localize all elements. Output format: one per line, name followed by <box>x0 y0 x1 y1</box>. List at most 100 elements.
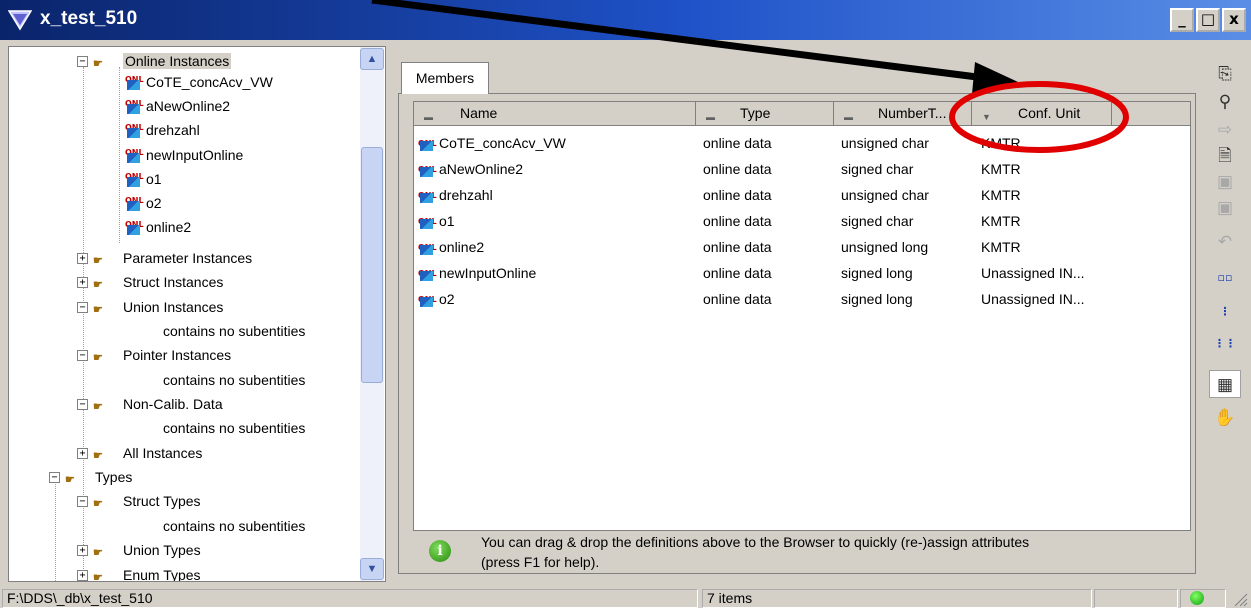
tab-members[interactable]: Members <box>401 62 489 94</box>
tree-node-empty: contains no subentities <box>163 321 305 343</box>
tree-node-online-item[interactable]: ONLaNewOnline2 <box>125 95 230 117</box>
browser-tree[interactable]: − ☛Online Instances ONLCoTE_concAcv_VW O… <box>8 46 386 582</box>
cell-conf-unit: Unassigned IN... <box>981 265 1085 281</box>
tree-node-label: Struct Instances <box>123 274 224 290</box>
column-header-label: NumberT... <box>878 105 947 121</box>
title-bar: x_test_510 _ □ x <box>0 0 1251 40</box>
table-row[interactable]: ONLo1 online data signed char KMTR <box>414 208 1190 234</box>
info-line-1: You can drag & drop the definitions abov… <box>481 534 1030 550</box>
scroll-thumb[interactable] <box>361 147 383 383</box>
column-header-name[interactable]: ▬ Name <box>414 102 696 126</box>
status-count: 7 items <box>702 589 1092 608</box>
expand-toggle[interactable]: + <box>77 253 88 264</box>
scroll-up-button[interactable]: ▲ <box>360 48 384 70</box>
save-all-icon[interactable]: ▣ <box>1209 194 1241 222</box>
cell-type: online data <box>703 187 772 203</box>
handshake-icon[interactable]: ✋ <box>1209 404 1241 432</box>
tree-node-online-item[interactable]: ONLo2 <box>125 192 162 214</box>
cell-conf-unit: KMTR <box>981 213 1021 229</box>
tree-node-label: Pointer Instances <box>123 347 232 363</box>
cell-type: online data <box>703 291 772 307</box>
tree-node-label: aNewOnline2 <box>146 98 231 114</box>
tree-node-label: newInputOnline <box>146 147 244 163</box>
table-row[interactable]: ONLaNewOnline2 online data signed char KMTR <box>414 156 1190 182</box>
tree-node-online-item[interactable]: ONLCoTE_concAcv_VW <box>125 71 273 93</box>
table-row[interactable]: ONLo2 online data signed long Unassigned IN… <box>414 286 1190 312</box>
undo-icon[interactable]: ↶ <box>1209 228 1241 256</box>
members-list[interactable]: ▬ Name ▬ Type ▬ NumberT... ▼ Conf. Unit … <box>413 101 1191 531</box>
cell-type: online data <box>703 239 772 255</box>
cell-number-type: signed char <box>841 213 914 229</box>
cell-name: ONLonline2 <box>418 234 484 260</box>
onl-icon: ONL <box>418 132 437 152</box>
table-row[interactable]: ONLdrehzahl online data unsigned char KMTR <box>414 182 1190 208</box>
hierarchy-icon[interactable]: ⎘ <box>1209 60 1241 88</box>
collapse-toggle[interactable]: − <box>77 350 88 361</box>
expand-toggle[interactable]: + <box>77 570 88 581</box>
onl-icon: ONL <box>125 95 144 115</box>
cell-number-type: signed long <box>841 265 913 281</box>
forward-icon[interactable]: ⇨ <box>1209 116 1241 144</box>
table-row[interactable]: ONLCoTE_concAcv_VW online data unsigned ch… <box>414 130 1190 156</box>
tree-node-online-item[interactable]: ONLo1 <box>125 168 162 190</box>
sort-icon: ▬ <box>706 112 715 122</box>
cell-conf-unit: KMTR <box>981 161 1021 177</box>
folder-hand-icon: ☛ <box>93 572 103 582</box>
cell-name: ONLo1 <box>418 208 455 234</box>
cell-name-text: aNewOnline2 <box>439 161 524 177</box>
column-header-number-type[interactable]: ▬ NumberT... <box>834 102 972 126</box>
column-header-label: Name <box>460 105 498 121</box>
minimize-button[interactable]: _ <box>1170 8 1194 32</box>
onl-icon: ONL <box>418 184 437 204</box>
close-button[interactable]: x <box>1222 8 1246 32</box>
cell-conf-unit: KMTR <box>981 187 1021 203</box>
tree-node-online-item[interactable]: ONLonline2 <box>125 216 191 238</box>
onl-icon: ONL <box>418 236 437 256</box>
table-row[interactable]: ONLnewInputOnline online data signed long U… <box>414 260 1190 286</box>
collapse-toggle[interactable]: − <box>77 496 88 507</box>
find-icon[interactable]: ⚲ <box>1209 88 1241 116</box>
tree-node-online-item[interactable]: ONLnewInputOnline <box>125 144 243 166</box>
onl-icon: ONL <box>418 262 437 282</box>
sort-icon: ▬ <box>424 112 433 122</box>
cell-name: ONLdrehzahl <box>418 182 493 208</box>
onl-icon: ONL <box>125 192 144 212</box>
cell-name: ONLaNewOnline2 <box>418 156 523 182</box>
table-row[interactable]: ONLonline2 online data unsigned long KMTR <box>414 234 1190 260</box>
info-icon: i <box>429 540 451 562</box>
details-icon[interactable]: ⋮⋮ <box>1209 330 1241 358</box>
resize-grip-icon[interactable] <box>1232 591 1248 607</box>
app-icon <box>8 10 32 31</box>
collapse-toggle[interactable]: − <box>77 302 88 313</box>
cell-type: online data <box>703 213 772 229</box>
tree-node-label: contains no subentities <box>163 323 306 339</box>
folder-hand-icon: ☛ <box>93 450 103 462</box>
tree-node-label: Types <box>95 469 133 485</box>
tree-scrollbar[interactable]: ▲ ▼ <box>360 47 384 581</box>
small-icons-icon[interactable]: ▫▫ <box>1209 264 1241 292</box>
cell-name-text: drehzahl <box>439 187 493 203</box>
collapse-toggle[interactable]: − <box>77 56 88 67</box>
scroll-down-button[interactable]: ▼ <box>360 558 384 580</box>
tree-node-empty: contains no subentities <box>163 418 305 440</box>
folder-hand-icon: ☛ <box>93 352 103 364</box>
folder-hand-icon: ☛ <box>93 279 103 291</box>
tree-node-label: contains no subentities <box>163 372 306 388</box>
tree-node-online-item[interactable]: ONLdrehzahl <box>125 119 200 141</box>
column-header-label: Conf. Unit <box>1018 105 1081 121</box>
table-view-icon[interactable]: ▦ <box>1209 370 1241 398</box>
expand-toggle[interactable]: + <box>77 277 88 288</box>
document-icon[interactable]: 🗎 <box>1209 142 1241 170</box>
maximize-button[interactable]: □ <box>1196 8 1220 32</box>
list-icon[interactable]: ⋮ <box>1209 298 1241 326</box>
collapse-toggle[interactable]: − <box>49 472 60 483</box>
column-header-type[interactable]: ▬ Type <box>696 102 834 126</box>
sort-icon: ▬ <box>844 112 853 122</box>
expand-toggle[interactable]: + <box>77 448 88 459</box>
collapse-toggle[interactable]: − <box>77 399 88 410</box>
save-icon[interactable]: ▣ <box>1209 168 1241 196</box>
folder-hand-icon: ☛ <box>93 304 103 316</box>
column-header-conf-unit[interactable]: ▼ Conf. Unit <box>972 102 1112 126</box>
expand-toggle[interactable]: + <box>77 545 88 556</box>
tree-node-label: All Instances <box>123 445 203 461</box>
